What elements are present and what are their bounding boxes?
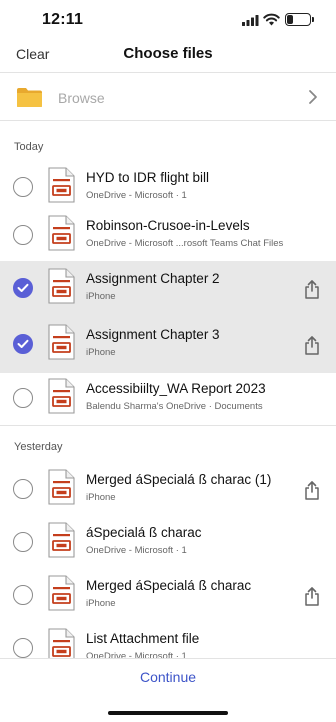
document-icon <box>48 324 75 360</box>
header-divider <box>0 72 336 73</box>
document-icon <box>48 575 75 611</box>
select-radio[interactable] <box>13 479 33 499</box>
page-title: Choose files <box>123 45 213 62</box>
file-row[interactable]: Merged áSpecialá ß charac (1) iPhone <box>0 462 336 518</box>
checkmark-icon <box>17 283 29 292</box>
file-name: Assignment Chapter 3 <box>86 327 220 342</box>
file-row[interactable]: Merged áSpecialá ß charac iPhone <box>0 568 336 624</box>
file-row[interactable]: Assignment Chapter 2 iPhone <box>0 261 336 317</box>
file-name: Accessibiilty_WA Report 2023 <box>86 381 266 396</box>
file-location: OneDrive - Microsoft · 1 <box>86 190 187 201</box>
file-name: áSpecialá ß charac <box>86 525 202 540</box>
file-name: HYD to IDR flight bill <box>86 170 210 185</box>
continue-button[interactable]: Continue <box>0 669 336 685</box>
file-row[interactable]: Assignment Chapter 3 iPhone <box>0 317 336 373</box>
browse-row[interactable]: Browse <box>0 74 336 120</box>
file-location: iPhone <box>86 347 116 358</box>
section-header-today: Today <box>14 141 44 153</box>
select-radio[interactable] <box>13 388 33 408</box>
file-row[interactable]: Accessibiilty_WA Report 2023 Balendu Sha… <box>0 371 336 427</box>
file-location: OneDrive - Microsoft ...rosoft Teams Cha… <box>86 238 284 249</box>
select-radio[interactable] <box>13 532 33 552</box>
status-time: 12:11 <box>42 11 84 28</box>
file-location: iPhone <box>86 598 116 609</box>
file-name: Robinson-Crusoe-in-Levels <box>86 218 250 233</box>
file-name: Merged áSpecialá ß charac (1) <box>86 472 272 487</box>
nav-header: Clear Choose files <box>0 40 336 72</box>
select-radio[interactable] <box>13 225 33 245</box>
wifi-icon <box>263 13 280 26</box>
file-location: OneDrive - Microsoft · 1 <box>86 545 187 556</box>
document-icon <box>48 268 75 304</box>
bottom-action-bar: Continue <box>0 658 336 722</box>
browse-divider <box>0 120 336 121</box>
folder-icon <box>17 88 42 107</box>
file-location: iPhone <box>86 291 116 302</box>
battery-level: 30 <box>293 14 303 23</box>
battery-tip <box>312 17 314 22</box>
document-icon <box>48 167 75 203</box>
chevron-right-icon <box>309 90 317 104</box>
home-indicator <box>108 711 228 715</box>
share-icon[interactable] <box>304 279 320 299</box>
file-row[interactable]: áSpecialá ß charac OneDrive - Microsoft … <box>0 515 336 571</box>
browse-label: Browse <box>58 90 105 106</box>
share-icon[interactable] <box>304 335 320 355</box>
file-name: List Attachment file <box>86 631 200 646</box>
document-icon <box>48 469 75 505</box>
document-icon <box>48 522 75 558</box>
share-icon[interactable] <box>304 480 320 500</box>
file-name: Assignment Chapter 2 <box>86 271 220 286</box>
cellular-signal-icon <box>242 15 259 26</box>
section-divider <box>0 425 336 426</box>
document-icon <box>48 378 75 414</box>
file-location: iPhone <box>86 492 116 503</box>
select-radio[interactable] <box>13 278 33 298</box>
file-location: Balendu Sharma's OneDrive · Documents <box>86 401 263 412</box>
select-radio[interactable] <box>13 585 33 605</box>
select-radio[interactable] <box>13 177 33 197</box>
checkmark-icon <box>17 339 29 348</box>
file-row[interactable]: Robinson-Crusoe-in-Levels OneDrive - Mic… <box>0 208 336 264</box>
select-radio[interactable] <box>13 334 33 354</box>
share-icon[interactable] <box>304 586 320 606</box>
section-header-yesterday: Yesterday <box>14 441 63 453</box>
status-bar: 12:11 30 <box>0 0 336 40</box>
document-icon <box>48 215 75 251</box>
battery-icon: 30 <box>285 13 311 26</box>
select-radio[interactable] <box>13 638 33 658</box>
file-name: Merged áSpecialá ß charac <box>86 578 252 593</box>
